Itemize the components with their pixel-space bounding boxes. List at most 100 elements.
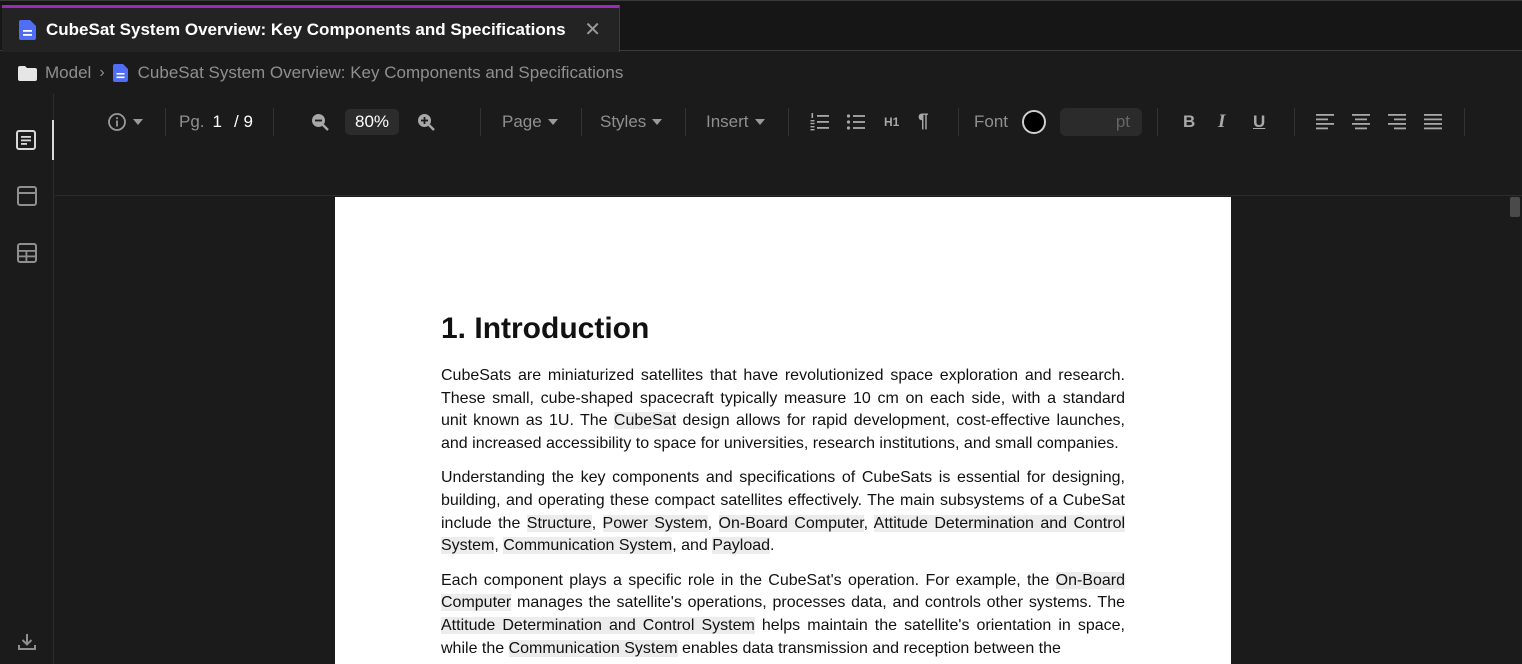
zoom-level[interactable]: 80% — [345, 106, 400, 138]
align-center-button[interactable] — [1351, 106, 1371, 138]
align-justify-button[interactable] — [1423, 106, 1443, 138]
info-button[interactable] — [107, 106, 143, 138]
chevron-down-icon — [652, 119, 663, 125]
toolbar: Pg. 1 / 9 80% Page Styles Insert H1 ¶ Fo… — [55, 94, 1522, 196]
folder-icon — [18, 65, 37, 81]
pilcrow-icon: ¶ — [918, 111, 929, 132]
heading-label: H1 — [884, 115, 900, 129]
breadcrumb-document[interactable]: CubeSat System Overview: Key Components … — [138, 63, 624, 83]
zoom-out-icon — [312, 114, 329, 131]
insert-menu[interactable]: Insert — [706, 106, 765, 138]
paragraph-1[interactable]: CubeSats are miniaturized satellites tha… — [441, 365, 1125, 455]
rail-item-download[interactable] — [0, 622, 54, 662]
divider — [1294, 108, 1295, 136]
italic-icon: I — [1218, 111, 1226, 132]
document-icon — [19, 20, 36, 40]
italic-button[interactable]: I — [1218, 106, 1225, 138]
page-total: / 9 — [234, 112, 253, 131]
paragraph-3[interactable]: Each component plays a specific role in … — [441, 570, 1125, 660]
divider — [1464, 108, 1465, 136]
font-menu[interactable]: Font — [974, 106, 1008, 138]
styles-menu-label: Styles — [600, 112, 647, 131]
close-icon[interactable]: ✕ — [584, 20, 601, 40]
tab-title: CubeSat System Overview: Key Components … — [46, 20, 566, 39]
align-left-icon — [1316, 114, 1334, 130]
zoom-value[interactable]: 80% — [345, 109, 400, 135]
rail-item-table[interactable] — [0, 233, 54, 273]
document-icon — [112, 64, 128, 82]
bullet-list-button[interactable] — [845, 106, 867, 138]
text-run: enables data transmission and reception … — [677, 639, 1061, 657]
scrollbar-thumb[interactable] — [1510, 197, 1520, 217]
divider — [685, 108, 686, 136]
divider — [1157, 108, 1158, 136]
breadcrumb-root[interactable]: Model — [45, 63, 91, 83]
page-current-input[interactable]: 1 — [213, 112, 222, 132]
align-right-icon — [1388, 114, 1406, 130]
divider — [788, 108, 789, 136]
underline-button[interactable]: U — [1253, 106, 1265, 138]
text-run: , — [494, 537, 504, 555]
page-label: Pg. — [179, 112, 205, 131]
highlighted-term[interactable]: Structure — [526, 514, 592, 532]
rail-item-panel[interactable] — [0, 176, 54, 216]
document-page[interactable]: 1. Introduction CubeSats are miniaturize… — [335, 197, 1231, 664]
text-run: . — [770, 537, 775, 555]
styles-menu[interactable]: Styles — [600, 106, 663, 138]
page-indicator: Pg. 1 / 9 — [179, 106, 253, 138]
breadcrumb: Model › CubeSat System Overview: Key Com… — [0, 52, 1522, 94]
insert-menu-label: Insert — [706, 112, 749, 131]
page-content[interactable]: 1. Introduction CubeSats are miniaturize… — [441, 312, 1126, 664]
chevron-down-icon — [547, 119, 558, 125]
text-run: manages the satellite's operations, proc… — [511, 594, 1125, 612]
font-size-unit: pt — [1115, 112, 1130, 131]
align-left-button[interactable] — [1315, 106, 1335, 138]
ordered-list-icon — [810, 113, 829, 131]
bold-icon: B — [1183, 112, 1196, 131]
info-icon — [108, 113, 126, 131]
text-run: Each component plays a specific role in … — [441, 571, 1056, 589]
highlighted-term[interactable]: Payload — [712, 537, 771, 555]
text-run: , — [863, 514, 874, 532]
page-menu-label: Page — [502, 112, 542, 131]
highlighted-term[interactable]: CubeSat — [613, 412, 677, 430]
align-right-button[interactable] — [1387, 106, 1407, 138]
left-rail — [0, 94, 54, 664]
tab-document[interactable]: CubeSat System Overview: Key Components … — [2, 5, 620, 52]
divider — [165, 108, 166, 136]
bold-button[interactable]: B — [1183, 106, 1195, 138]
paragraph-button[interactable]: ¶ — [918, 106, 929, 138]
download-icon — [18, 634, 36, 650]
table-icon — [17, 243, 37, 263]
font-size-input[interactable]: pt — [1060, 106, 1142, 138]
divider — [958, 108, 959, 136]
zoom-in-icon — [418, 114, 435, 131]
underline-icon: U — [1253, 112, 1266, 131]
text-run: , — [707, 514, 719, 532]
zoom-out-button[interactable] — [310, 106, 330, 138]
rail-item-outline[interactable] — [0, 120, 54, 160]
chevron-right-icon: › — [99, 64, 105, 81]
section-heading[interactable]: 1. Introduction — [441, 312, 1125, 346]
highlighted-term[interactable]: Attitude Determination and Control Syste… — [441, 616, 755, 634]
highlighted-term[interactable]: On-Board Computer — [718, 514, 864, 532]
align-justify-icon — [1424, 114, 1442, 130]
outline-icon — [16, 130, 36, 150]
chevron-down-icon — [754, 119, 765, 125]
heading-button[interactable]: H1 — [884, 106, 899, 138]
font-size-field[interactable]: pt — [1060, 108, 1142, 136]
paragraph-2[interactable]: Understanding the key components and spe… — [441, 467, 1126, 557]
highlighted-term[interactable]: Power System — [602, 514, 708, 532]
chevron-down-icon — [133, 119, 143, 125]
divider — [273, 108, 274, 136]
font-color-swatch — [1022, 110, 1046, 134]
zoom-in-button[interactable] — [416, 106, 436, 138]
ordered-list-button[interactable] — [809, 106, 831, 138]
tab-bar: CubeSat System Overview: Key Components … — [0, 0, 1522, 52]
font-label: Font — [974, 112, 1009, 131]
highlighted-term[interactable]: Communication System — [503, 537, 673, 555]
page-menu[interactable]: Page — [502, 106, 558, 138]
bullet-list-icon — [846, 114, 865, 130]
highlighted-term[interactable]: Communication System — [508, 639, 678, 657]
font-color-picker[interactable] — [1022, 106, 1046, 138]
